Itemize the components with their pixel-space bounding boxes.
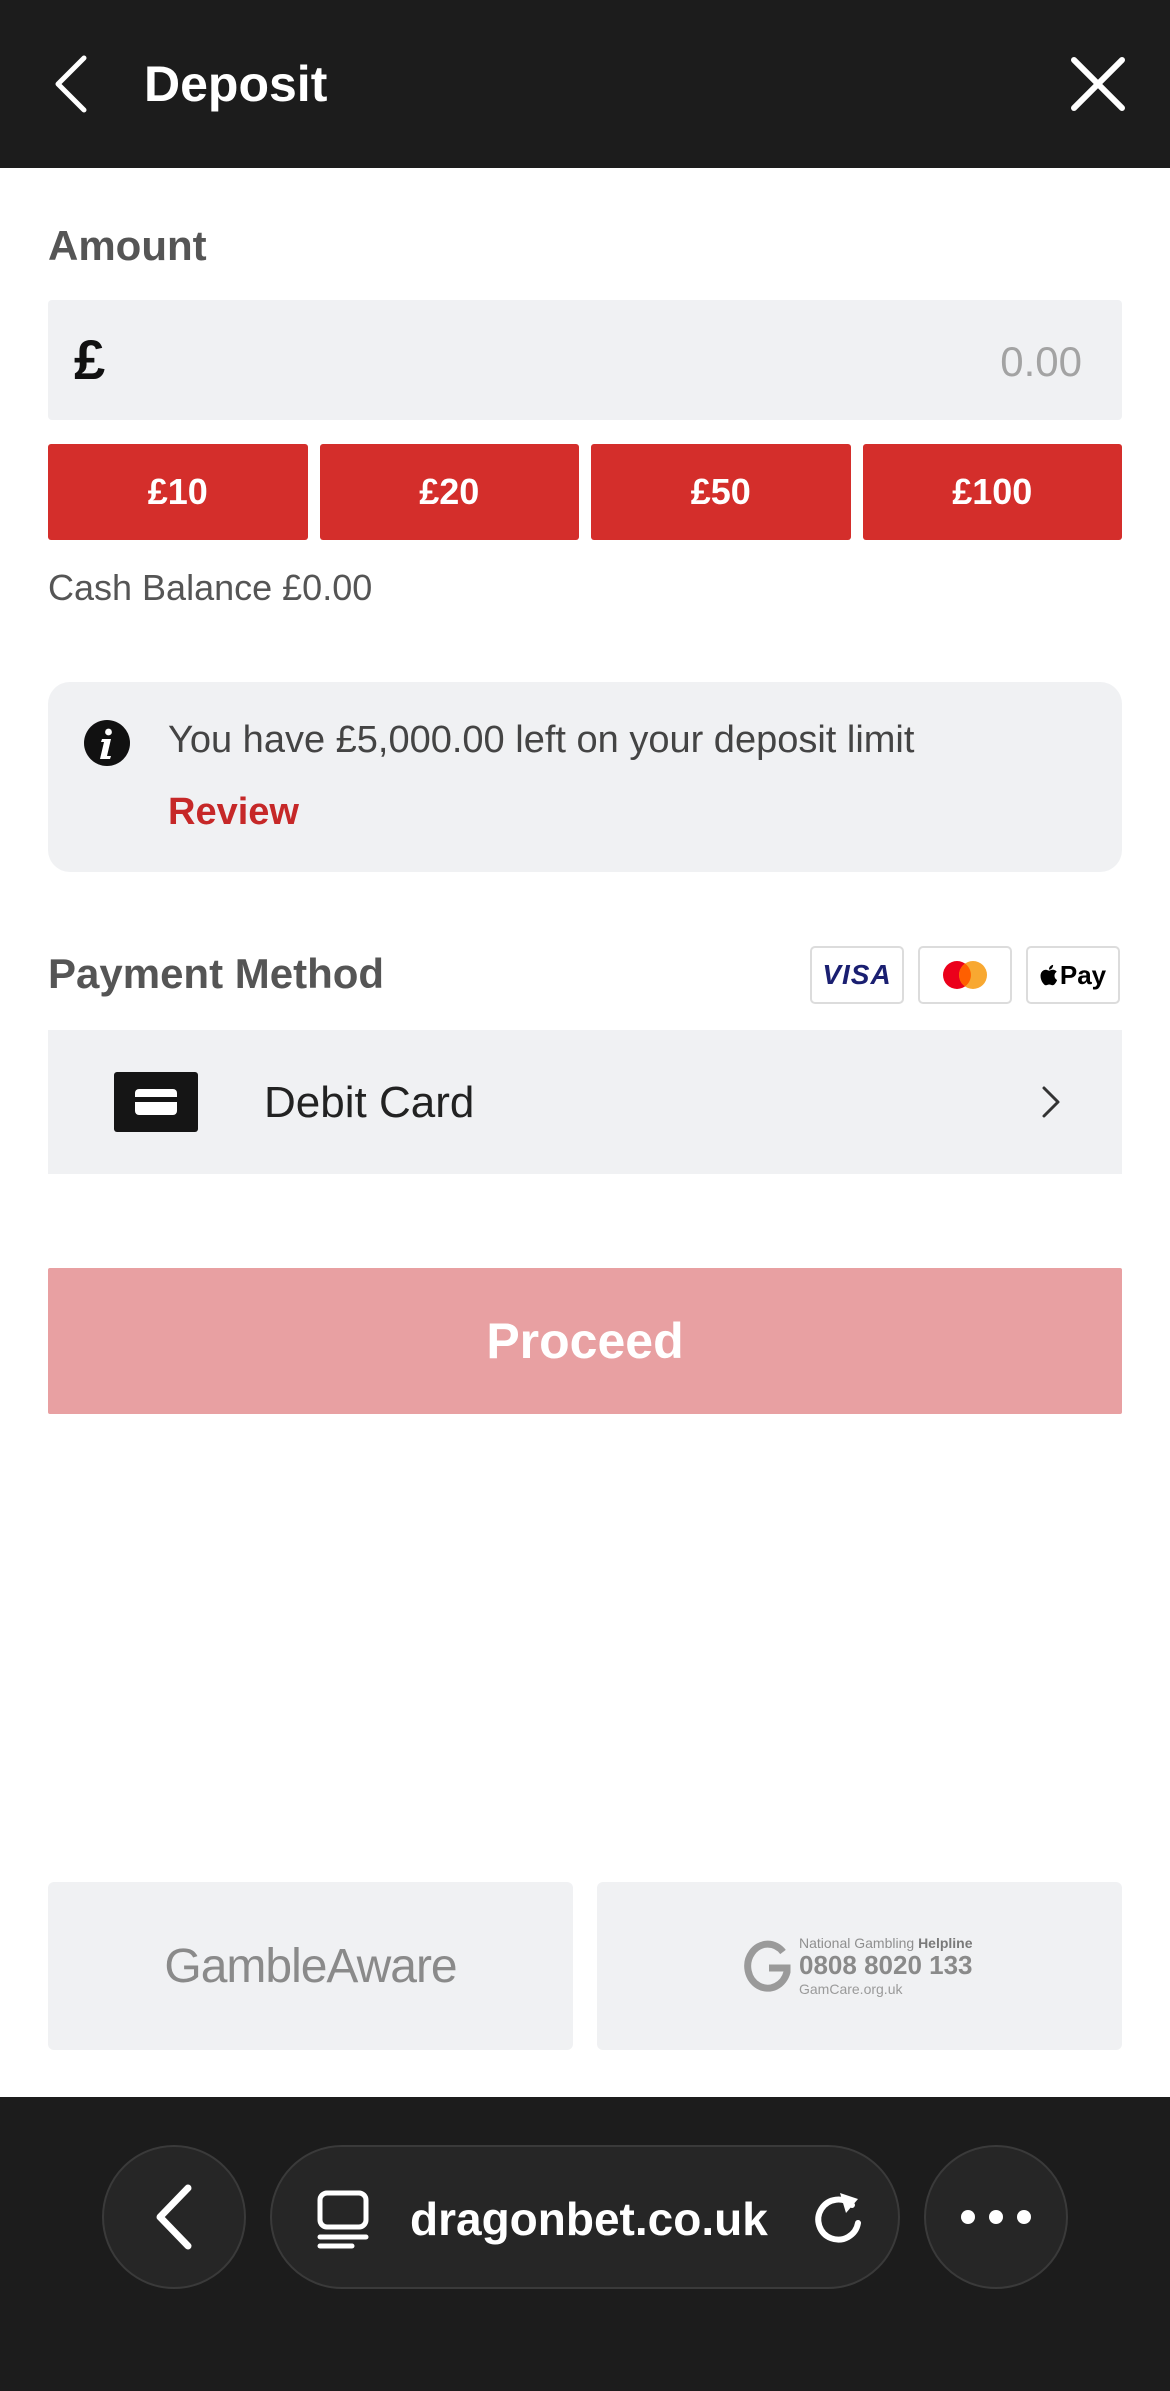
- browser-back-icon: [156, 2184, 192, 2250]
- quick-amount-100-button[interactable]: £100: [862, 444, 1122, 540]
- quick-amount-10-button[interactable]: £10: [48, 444, 308, 540]
- gamcare-g-icon: [744, 1940, 791, 1992]
- proceed-button[interactable]: Proceed: [48, 1268, 1122, 1414]
- page-title: Deposit: [144, 56, 328, 112]
- info-icon: [84, 720, 130, 766]
- url-text: dragonbet.co.uk: [410, 2193, 768, 2245]
- browser-more-button[interactable]: [924, 2145, 1068, 2289]
- apple-pay-logo: Pay: [1026, 946, 1120, 1004]
- quick-amount-row: £10 £20 £50 £100: [48, 444, 1122, 540]
- review-limit-link[interactable]: Review: [168, 786, 299, 838]
- chevron-right-icon: [1042, 1086, 1060, 1118]
- deposit-limit-notice: You have £5,000.00 left on your deposit …: [48, 682, 1122, 872]
- tabs-icon: [317, 2190, 369, 2249]
- payment-method-label: Payment Method: [48, 950, 385, 997]
- cash-balance-value: £0.00: [282, 567, 373, 608]
- mastercard-logo: [918, 946, 1012, 1004]
- debit-card-icon: [114, 1072, 198, 1132]
- payment-method-name: Debit Card: [264, 1078, 475, 1127]
- apple-pay-text: Pay: [1059, 959, 1107, 990]
- helpline-site: GamCare.org.uk: [799, 1981, 903, 1997]
- browser-toolbar: dragonbet.co.uk: [0, 2097, 1170, 2391]
- mastercard-icon: [943, 961, 987, 989]
- gambleaware-logo: GambleAware: [164, 1939, 457, 1993]
- payment-method-debit-card[interactable]: Debit Card: [48, 1030, 1122, 1174]
- cash-balance: Cash Balance £0.00: [48, 564, 372, 612]
- apple-icon: [1040, 964, 1057, 986]
- amount-input[interactable]: [682, 336, 1082, 388]
- header-bar: Deposit: [0, 0, 1170, 168]
- back-button[interactable]: [40, 50, 104, 118]
- quick-amount-20-button[interactable]: £20: [319, 444, 579, 540]
- helpline-number: 0808 8020 133: [799, 1950, 973, 1980]
- deposit-limit-message: You have £5,000.00 left on your deposit …: [168, 719, 915, 761]
- quick-amount-50-button[interactable]: £50: [591, 444, 851, 540]
- chevron-left-icon: [55, 55, 87, 113]
- more-icon: [961, 2210, 1031, 2224]
- gambleaware-badge[interactable]: GambleAware: [48, 1882, 573, 2050]
- visa-logo: VISA: [810, 946, 904, 1004]
- amount-label: Amount: [48, 222, 207, 269]
- visa-logo-text: VISA: [822, 959, 892, 990]
- gambling-helpline-badge[interactable]: National Gambling Helpline 0808 8020 133…: [597, 1882, 1122, 2050]
- close-button[interactable]: [1066, 52, 1130, 116]
- reload-icon[interactable]: [806, 2187, 870, 2251]
- browser-back-button[interactable]: [102, 2145, 246, 2289]
- currency-symbol: £: [74, 328, 106, 391]
- address-bar[interactable]: dragonbet.co.uk: [270, 2145, 900, 2289]
- helpline-logo: National Gambling Helpline 0808 8020 133…: [743, 1934, 1003, 1998]
- amount-field[interactable]: £: [48, 300, 1122, 420]
- close-icon: [1071, 57, 1125, 111]
- accepted-cards: VISA Pay: [810, 946, 1120, 1004]
- cash-balance-label: Cash Balance: [48, 567, 273, 608]
